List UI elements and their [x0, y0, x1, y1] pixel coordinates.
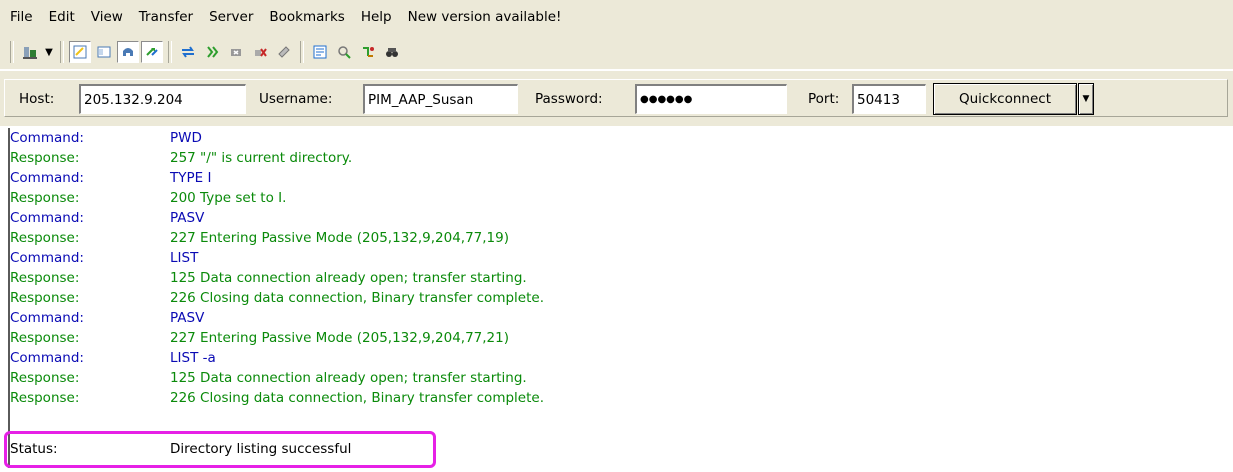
log-kind: Response: [10, 290, 80, 306]
compare-directories-button[interactable] [357, 41, 379, 63]
log-message: 227 Entering Passive Mode (205,132,9,204… [170, 330, 509, 346]
site-manager-icon [23, 47, 37, 59]
toggle-remote-tree-button[interactable] [117, 41, 139, 63]
log-kind: Response: [10, 190, 80, 206]
sync-browsing-button[interactable] [333, 41, 355, 63]
log-message: LIST [170, 250, 199, 266]
log-message: 226 Closing data connection, Binary tran… [170, 390, 544, 406]
local-tree-toggle-icon [97, 46, 111, 58]
reconnect-button[interactable] [273, 41, 295, 63]
log-kind: Command: [10, 310, 84, 326]
status-highlight-box [4, 431, 436, 468]
reconnect-icon [278, 46, 290, 58]
refresh-icon [182, 46, 194, 58]
log-message: 200 Type set to I. [170, 190, 287, 206]
log-kind: Response: [10, 230, 80, 246]
host-input[interactable]: 205.132.9.204 [79, 84, 246, 114]
log-kind: Command: [10, 130, 84, 146]
toolbar-separator [168, 41, 172, 63]
menu-server[interactable]: Server [201, 0, 261, 35]
port-label: Port: [808, 91, 840, 107]
site-manager-button[interactable] [19, 41, 41, 63]
log-kind: Response: [10, 330, 80, 346]
process-queue-icon [207, 46, 219, 58]
log-kind: Response: [10, 390, 80, 406]
toolbar: ▼ [0, 35, 1233, 69]
toolbar-separator [10, 41, 14, 63]
menu-edit[interactable]: Edit [41, 0, 83, 35]
search-remote-icon [386, 48, 398, 57]
log-message: 125 Data connection already open; transf… [170, 270, 527, 286]
host-label: Host: [19, 91, 55, 107]
log-kind: Response: [10, 370, 80, 386]
username-input[interactable]: PIM_AAP_Susan [363, 84, 518, 114]
sync-browsing-icon [338, 46, 351, 59]
log-kind: Response: [10, 270, 80, 286]
menu-file[interactable]: File [0, 0, 41, 35]
log-message: PASV [170, 310, 205, 326]
chevron-down-icon: ▼ [1082, 94, 1090, 104]
log-message: 257 "/" is current directory. [170, 150, 353, 166]
menu-bar: File Edit View Transfer Server Bookmarks… [0, 0, 1233, 35]
toolbar-separator [60, 41, 64, 63]
quickconnect-dropdown[interactable]: ▼ [1078, 83, 1094, 115]
log-kind: Command: [10, 170, 84, 186]
disconnect-button[interactable] [249, 41, 271, 63]
site-manager-dropdown[interactable]: ▼ [42, 41, 56, 63]
menu-bookmarks[interactable]: Bookmarks [261, 0, 352, 35]
toolbar-separator [300, 41, 304, 63]
disconnect-icon [255, 48, 267, 57]
message-log-toggle-icon [73, 45, 87, 59]
log-kind: Command: [10, 210, 84, 226]
log-message: 125 Data connection already open; transf… [170, 370, 527, 386]
toggle-message-log-button[interactable] [69, 41, 91, 63]
log-message: 226 Closing data connection, Binary tran… [170, 290, 544, 306]
quickconnect-button[interactable]: Quickconnect [933, 83, 1077, 115]
cancel-operation-icon [231, 49, 241, 56]
search-remote-button[interactable] [381, 41, 403, 63]
menu-new-version[interactable]: New version available! [400, 0, 570, 35]
log-kind: Command: [10, 250, 84, 266]
username-label: Username: [259, 91, 333, 107]
directory-filter-icon [313, 45, 327, 59]
log-message: PWD [170, 130, 202, 146]
menu-transfer[interactable]: Transfer [131, 0, 201, 35]
directory-filter-button[interactable] [309, 41, 331, 63]
refresh-button[interactable] [177, 41, 199, 63]
log-kind: Command: [10, 350, 84, 366]
process-queue-button[interactable] [201, 41, 223, 63]
log-message: LIST -a [170, 350, 216, 366]
port-input[interactable]: 50413 [852, 84, 926, 114]
log-message: TYPE I [170, 170, 212, 186]
menu-view[interactable]: View [83, 0, 131, 35]
toggle-transfer-queue-button[interactable] [141, 41, 163, 63]
toggle-local-tree-button[interactable] [93, 41, 115, 63]
log-message: PASV [170, 210, 205, 226]
password-label: Password: [535, 91, 603, 107]
transfer-queue-toggle-icon [146, 48, 158, 56]
menu-help[interactable]: Help [353, 0, 400, 35]
compare-directories-icon [363, 47, 374, 57]
cancel-operation-button[interactable] [225, 41, 247, 63]
password-input[interactable]: ●●●●●● [635, 84, 787, 114]
remote-tree-toggle-icon [123, 48, 133, 56]
log-message: 227 Entering Passive Mode (205,132,9,204… [170, 230, 509, 246]
log-kind: Response: [10, 150, 80, 166]
